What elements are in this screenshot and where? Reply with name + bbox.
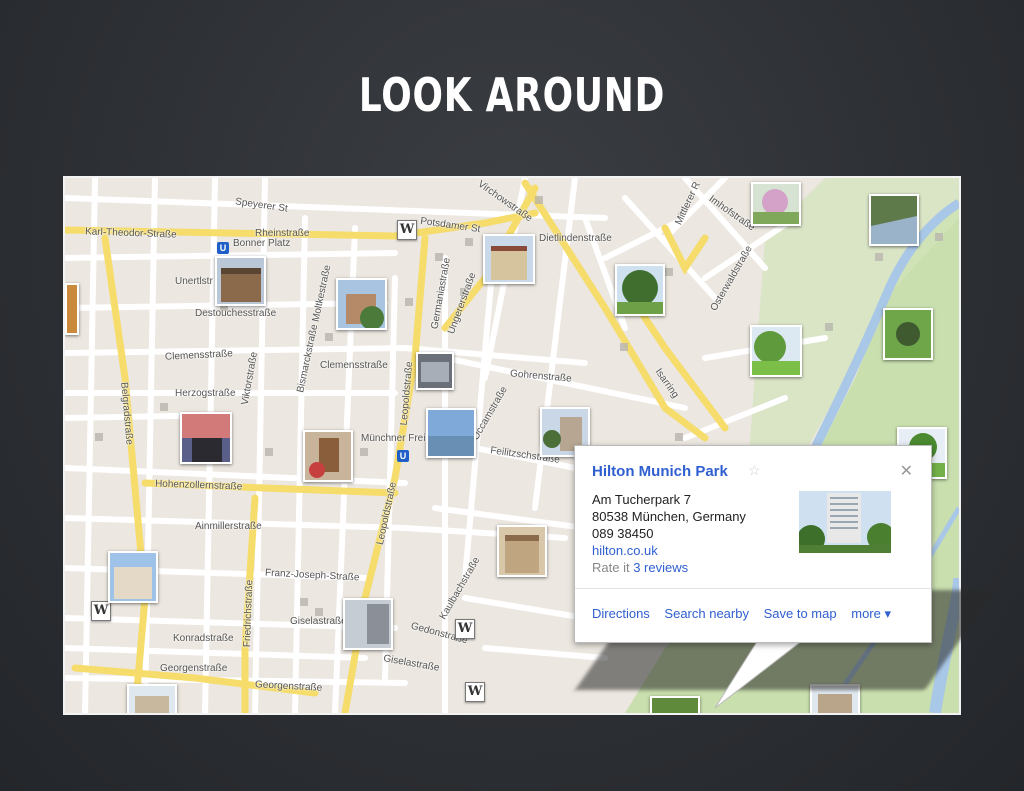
ubahn-icon[interactable]: U xyxy=(397,450,409,462)
photo-thumbnail[interactable] xyxy=(751,182,801,226)
street-label: Konradstraße xyxy=(173,633,234,644)
place-marker[interactable] xyxy=(95,433,103,441)
more-dropdown[interactable]: more ▾ xyxy=(851,606,891,621)
place-name[interactable]: Hilton Munich Park xyxy=(592,463,728,480)
photo-icon xyxy=(617,266,663,314)
photo-thumbnail[interactable] xyxy=(180,412,232,464)
photo-icon xyxy=(428,410,474,456)
phone-number: 089 38450 xyxy=(592,526,654,541)
search-nearby-link[interactable]: Search nearby xyxy=(664,606,749,621)
photo-icon xyxy=(182,414,230,462)
wikipedia-icon[interactable]: W xyxy=(91,601,111,621)
photo-thumbnail[interactable] xyxy=(215,256,266,306)
close-icon[interactable]: ✕ xyxy=(900,461,913,481)
photo-icon xyxy=(871,196,917,244)
photo-thumbnail[interactable] xyxy=(426,408,476,458)
photo-thumbnail[interactable] xyxy=(615,264,665,316)
directions-link[interactable]: Directions xyxy=(592,606,650,621)
reviews-link[interactable]: 3 reviews xyxy=(633,560,688,575)
photo-icon xyxy=(338,280,385,328)
wikipedia-icon[interactable]: W xyxy=(455,619,475,639)
place-marker[interactable] xyxy=(620,343,628,351)
place-marker[interactable] xyxy=(160,403,168,411)
street-label: Dietlindenstraße xyxy=(539,233,612,244)
photo-thumbnail[interactable] xyxy=(127,684,177,713)
photo-icon xyxy=(885,310,931,358)
photo-thumbnail[interactable] xyxy=(869,194,919,246)
street-label: Georgenstraße xyxy=(160,663,228,674)
photo-icon xyxy=(753,184,799,224)
street-label: Friedrichstraße xyxy=(241,579,256,648)
place-marker[interactable] xyxy=(325,333,333,341)
photo-icon xyxy=(652,698,698,713)
photo-thumbnail[interactable] xyxy=(108,551,158,603)
ubahn-icon[interactable]: U xyxy=(217,242,229,254)
photo-icon xyxy=(110,553,156,601)
divider xyxy=(575,588,931,589)
rating-row: Rate it 3 reviews xyxy=(592,560,688,575)
place-marker[interactable] xyxy=(825,323,833,331)
photo-thumbnail[interactable] xyxy=(65,283,79,335)
info-window[interactable]: Hilton Munich Park ☆ ✕ Am Tucherpark 7 8… xyxy=(574,445,932,643)
street-label: Ainmillerstraße xyxy=(195,521,262,532)
photo-thumbnail[interactable] xyxy=(343,598,393,650)
website-link[interactable]: hilton.co.uk xyxy=(592,543,658,558)
street-label: Giselastraße xyxy=(290,616,347,627)
photo-thumbnail[interactable] xyxy=(883,308,933,360)
place-marker[interactable] xyxy=(300,598,308,606)
place-marker[interactable] xyxy=(315,608,323,616)
photo-icon xyxy=(418,354,452,388)
photo-thumbnail[interactable] xyxy=(336,278,387,330)
place-marker[interactable] xyxy=(665,268,673,276)
photo-thumbnail[interactable] xyxy=(650,696,700,713)
star-icon[interactable]: ☆ xyxy=(748,462,761,479)
photo-icon xyxy=(812,686,858,713)
place-marker[interactable] xyxy=(265,448,273,456)
wikipedia-icon[interactable]: W xyxy=(397,220,417,240)
street-label: Unertlstr xyxy=(175,276,213,287)
place-marker[interactable] xyxy=(465,238,473,246)
street-label: Clemensstraße xyxy=(320,360,388,371)
photo-icon xyxy=(799,491,891,553)
street-label: Herzogstraße xyxy=(175,388,236,399)
address-line-1: Am Tucherpark 7 xyxy=(592,492,691,507)
rate-it-label: Rate it xyxy=(592,560,630,575)
photo-thumbnail[interactable] xyxy=(416,352,454,390)
info-window-tail xyxy=(714,640,807,709)
place-marker[interactable] xyxy=(935,233,943,241)
place-marker[interactable] xyxy=(535,196,543,204)
photo-icon xyxy=(752,327,800,375)
photo-icon xyxy=(129,686,175,713)
photo-thumbnail[interactable] xyxy=(750,325,802,377)
photo-icon xyxy=(499,527,545,575)
slide-title: LOOK AROUND xyxy=(358,68,666,122)
photo-icon xyxy=(217,258,264,304)
photo-icon xyxy=(305,432,351,480)
hotel-photo[interactable] xyxy=(799,491,891,553)
photo-thumbnail[interactable] xyxy=(497,525,547,577)
place-marker[interactable] xyxy=(675,433,683,441)
save-to-map-link[interactable]: Save to map xyxy=(764,606,837,621)
street-label: Destouchesstraße xyxy=(195,308,277,319)
photo-icon xyxy=(345,600,391,648)
place-marker[interactable] xyxy=(405,298,413,306)
street-label: Bonner Platz xyxy=(233,238,291,249)
wikipedia-icon[interactable]: W xyxy=(465,682,485,702)
info-window-actions: Directions Search nearby Save to map mor… xyxy=(592,606,902,622)
place-marker[interactable] xyxy=(875,253,883,261)
photo-icon xyxy=(485,236,533,282)
photo-icon xyxy=(67,285,77,333)
address-line-2: 80538 München, Germany xyxy=(592,509,746,524)
place-marker[interactable] xyxy=(360,448,368,456)
photo-thumbnail[interactable] xyxy=(303,430,353,482)
photo-thumbnail[interactable] xyxy=(483,234,535,284)
